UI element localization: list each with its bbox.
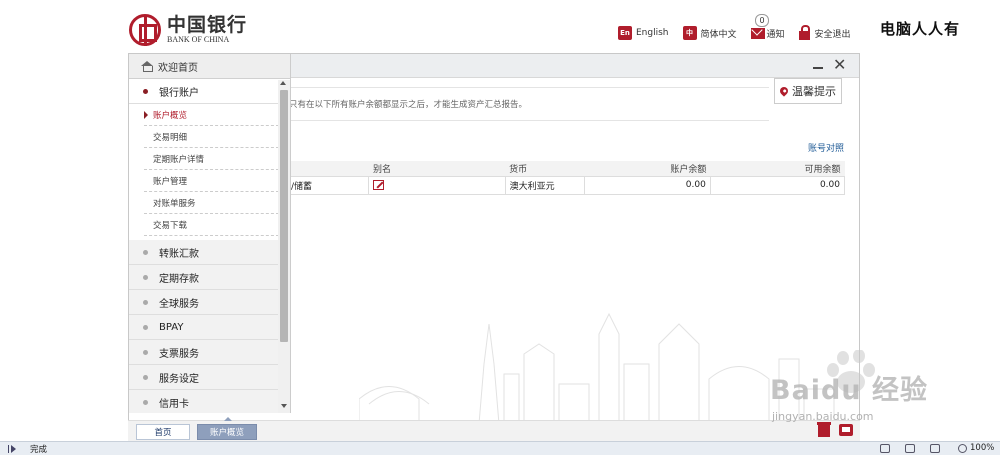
close-button[interactable]: ✕ — [833, 57, 846, 73]
sidebar-item-cheque[interactable]: 支票服务 — [129, 340, 279, 365]
chinese-icon: 中 — [682, 26, 697, 40]
boc-logo-icon — [129, 14, 161, 46]
logo-text: 中国银行 BANK OF CHINA — [167, 15, 247, 45]
chinese-link-label: 简体中文 — [700, 29, 737, 40]
cell-alias — [368, 175, 506, 195]
lock-icon — [798, 24, 810, 40]
sidebar-sub-transactions[interactable]: 交易明细 — [144, 126, 279, 148]
bullet-icon — [143, 324, 148, 330]
sidebar-item-bank-account[interactable]: 银行账户 — [129, 79, 279, 104]
tab-account-overview[interactable]: 账户概览 — [197, 424, 257, 440]
sidebar-sub-account-overview[interactable]: 账户概览 — [144, 104, 279, 126]
home-icon — [141, 61, 153, 72]
notification-link[interactable]: 通知 — [750, 27, 785, 40]
gift-icon[interactable] — [817, 422, 831, 437]
site-header: 中国银行 BANK OF CHINA 0 En English 中 简体中文 通… — [0, 0, 1000, 52]
top-links: En English 中 简体中文 通知 安全退出 — [618, 24, 865, 42]
sidebar-group-label: 转账汇款 — [159, 248, 199, 260]
english-icon: En — [618, 26, 632, 40]
sidebar-group-label: 银行账户 — [159, 87, 199, 99]
account-compare-link[interactable]: 账号对照 — [808, 141, 844, 154]
browser-status-bar: 完成 100% — [0, 441, 1000, 455]
sidebar-group-label: 服务设定 — [159, 373, 199, 385]
author-watermark: 电脑人人有 — [880, 20, 961, 38]
status-play-icon — [8, 445, 16, 453]
sidebar-sub-download[interactable]: 交易下载 — [144, 214, 279, 236]
sidebar-menu: 欢迎首页 银行账户 账户概览 交易明细 定期账户详情 账户管理 对账单服务 交易… — [129, 54, 291, 413]
minimize-button[interactable] — [811, 59, 825, 73]
mail-icon — [750, 27, 765, 39]
sidebar-item-global-services[interactable]: 全球服务 — [129, 290, 279, 315]
logo-english-name: BANK OF CHINA — [167, 35, 230, 44]
column-header-currency: 货币 — [505, 161, 585, 177]
scroll-down-arrow-icon[interactable] — [281, 404, 287, 408]
sidebar-sub-account-management[interactable]: 账户管理 — [144, 170, 279, 192]
sidebar-group-label: 支票服务 — [159, 348, 199, 360]
sidebar-item-bpay[interactable]: BPAY — [129, 315, 279, 340]
status-text: 完成 — [30, 445, 48, 455]
column-header-balance: 账户余额 — [584, 161, 711, 177]
table-header-row: 型 别名 货币 账户余额 可用余额 — [277, 161, 845, 177]
bullet-icon — [143, 249, 148, 255]
bullet-icon — [143, 349, 148, 355]
english-link[interactable]: En English — [618, 26, 669, 40]
account-table: 型 别名 货币 账户余额 可用余额 期/储蓄 澳大利亚元 0.00 0.00 — [276, 161, 846, 195]
baidu-watermark-url: jingyan.baidu.com — [772, 410, 874, 423]
bullet-icon — [143, 399, 148, 405]
logout-link[interactable]: 安全退出 — [798, 24, 851, 40]
column-header-available: 可用余额 — [710, 161, 845, 177]
bullet-icon — [143, 88, 148, 94]
sidebar-item-settings[interactable]: 服务设定 — [129, 365, 279, 390]
sidebar-group-label: 信用卡 — [159, 398, 189, 410]
location-pin-icon — [778, 85, 790, 97]
bullet-icon — [143, 274, 148, 280]
cell-currency: 澳大利亚元 — [504, 175, 585, 195]
bullet-icon — [143, 299, 148, 305]
sidebar-home-label: 欢迎首页 — [158, 62, 198, 74]
print-icon[interactable] — [839, 424, 853, 436]
shield-icon[interactable] — [930, 444, 940, 453]
browser-page: 中国银行 BANK OF CHINA 0 En English 中 简体中文 通… — [0, 0, 1000, 455]
city-skyline-background — [359, 312, 835, 424]
zoom-icon[interactable] — [958, 444, 967, 453]
sidebar-group-label: BPAY — [159, 321, 184, 333]
bullet-icon — [143, 374, 148, 380]
sidebar-group-label: 全球服务 — [159, 298, 199, 310]
baidu-watermark-text: Baidu 经验 — [770, 375, 929, 406]
sidebar-item-home[interactable]: 欢迎首页 — [129, 54, 290, 79]
cell-account-type: 期/储蓄 — [276, 175, 370, 195]
notice-text: 只有在以下所有账户余额都显示之后，才能生成资产汇总报告。 — [289, 87, 769, 121]
edit-icon[interactable] — [373, 179, 385, 190]
scroll-up-arrow-icon[interactable] — [280, 81, 286, 85]
tab-home[interactable]: 首页 — [136, 424, 190, 440]
tip-button[interactable]: 温馨提示 — [774, 78, 842, 104]
sidebar-sub-fixed-details[interactable]: 定期账户详情 — [144, 148, 279, 170]
logout-link-label: 安全退出 — [814, 29, 851, 40]
bank-logo[interactable]: 中国银行 BANK OF CHINA — [129, 14, 247, 46]
tip-button-label: 温馨提示 — [792, 85, 836, 98]
compat-icon[interactable] — [905, 444, 915, 453]
english-link-label: English — [636, 28, 669, 38]
scrollbar-thumb[interactable] — [280, 90, 288, 342]
sidebar-sub-statement[interactable]: 对账单服务 — [144, 192, 279, 214]
notification-link-label: 通知 — [766, 29, 785, 40]
sidebar-item-fixed-deposit[interactable]: 定期存款 — [129, 265, 279, 290]
sidebar-group-label: 定期存款 — [159, 273, 199, 285]
cell-balance: 0.00 — [583, 175, 711, 195]
active-tab-marker-icon — [224, 417, 232, 421]
sidebar-item-credit-card[interactable]: 信用卡 — [129, 390, 279, 413]
cell-available: 0.00 — [709, 175, 846, 195]
sidebar-item-transfer[interactable]: 转账汇款 — [129, 240, 279, 265]
table-row: 期/储蓄 澳大利亚元 0.00 0.00 — [276, 175, 846, 195]
column-header-type: 型 — [277, 161, 369, 177]
column-header-alias: 别名 — [368, 161, 506, 177]
bottom-tab-bar: 首页 账户概览 — [128, 417, 860, 441]
zoom-level[interactable]: 100% — [970, 443, 994, 453]
sound-icon[interactable] — [880, 444, 890, 453]
sidebar-scrollbar[interactable] — [278, 80, 290, 413]
chinese-link[interactable]: 中 简体中文 — [682, 26, 737, 40]
logo-chinese-name: 中国银行 — [167, 14, 248, 36]
